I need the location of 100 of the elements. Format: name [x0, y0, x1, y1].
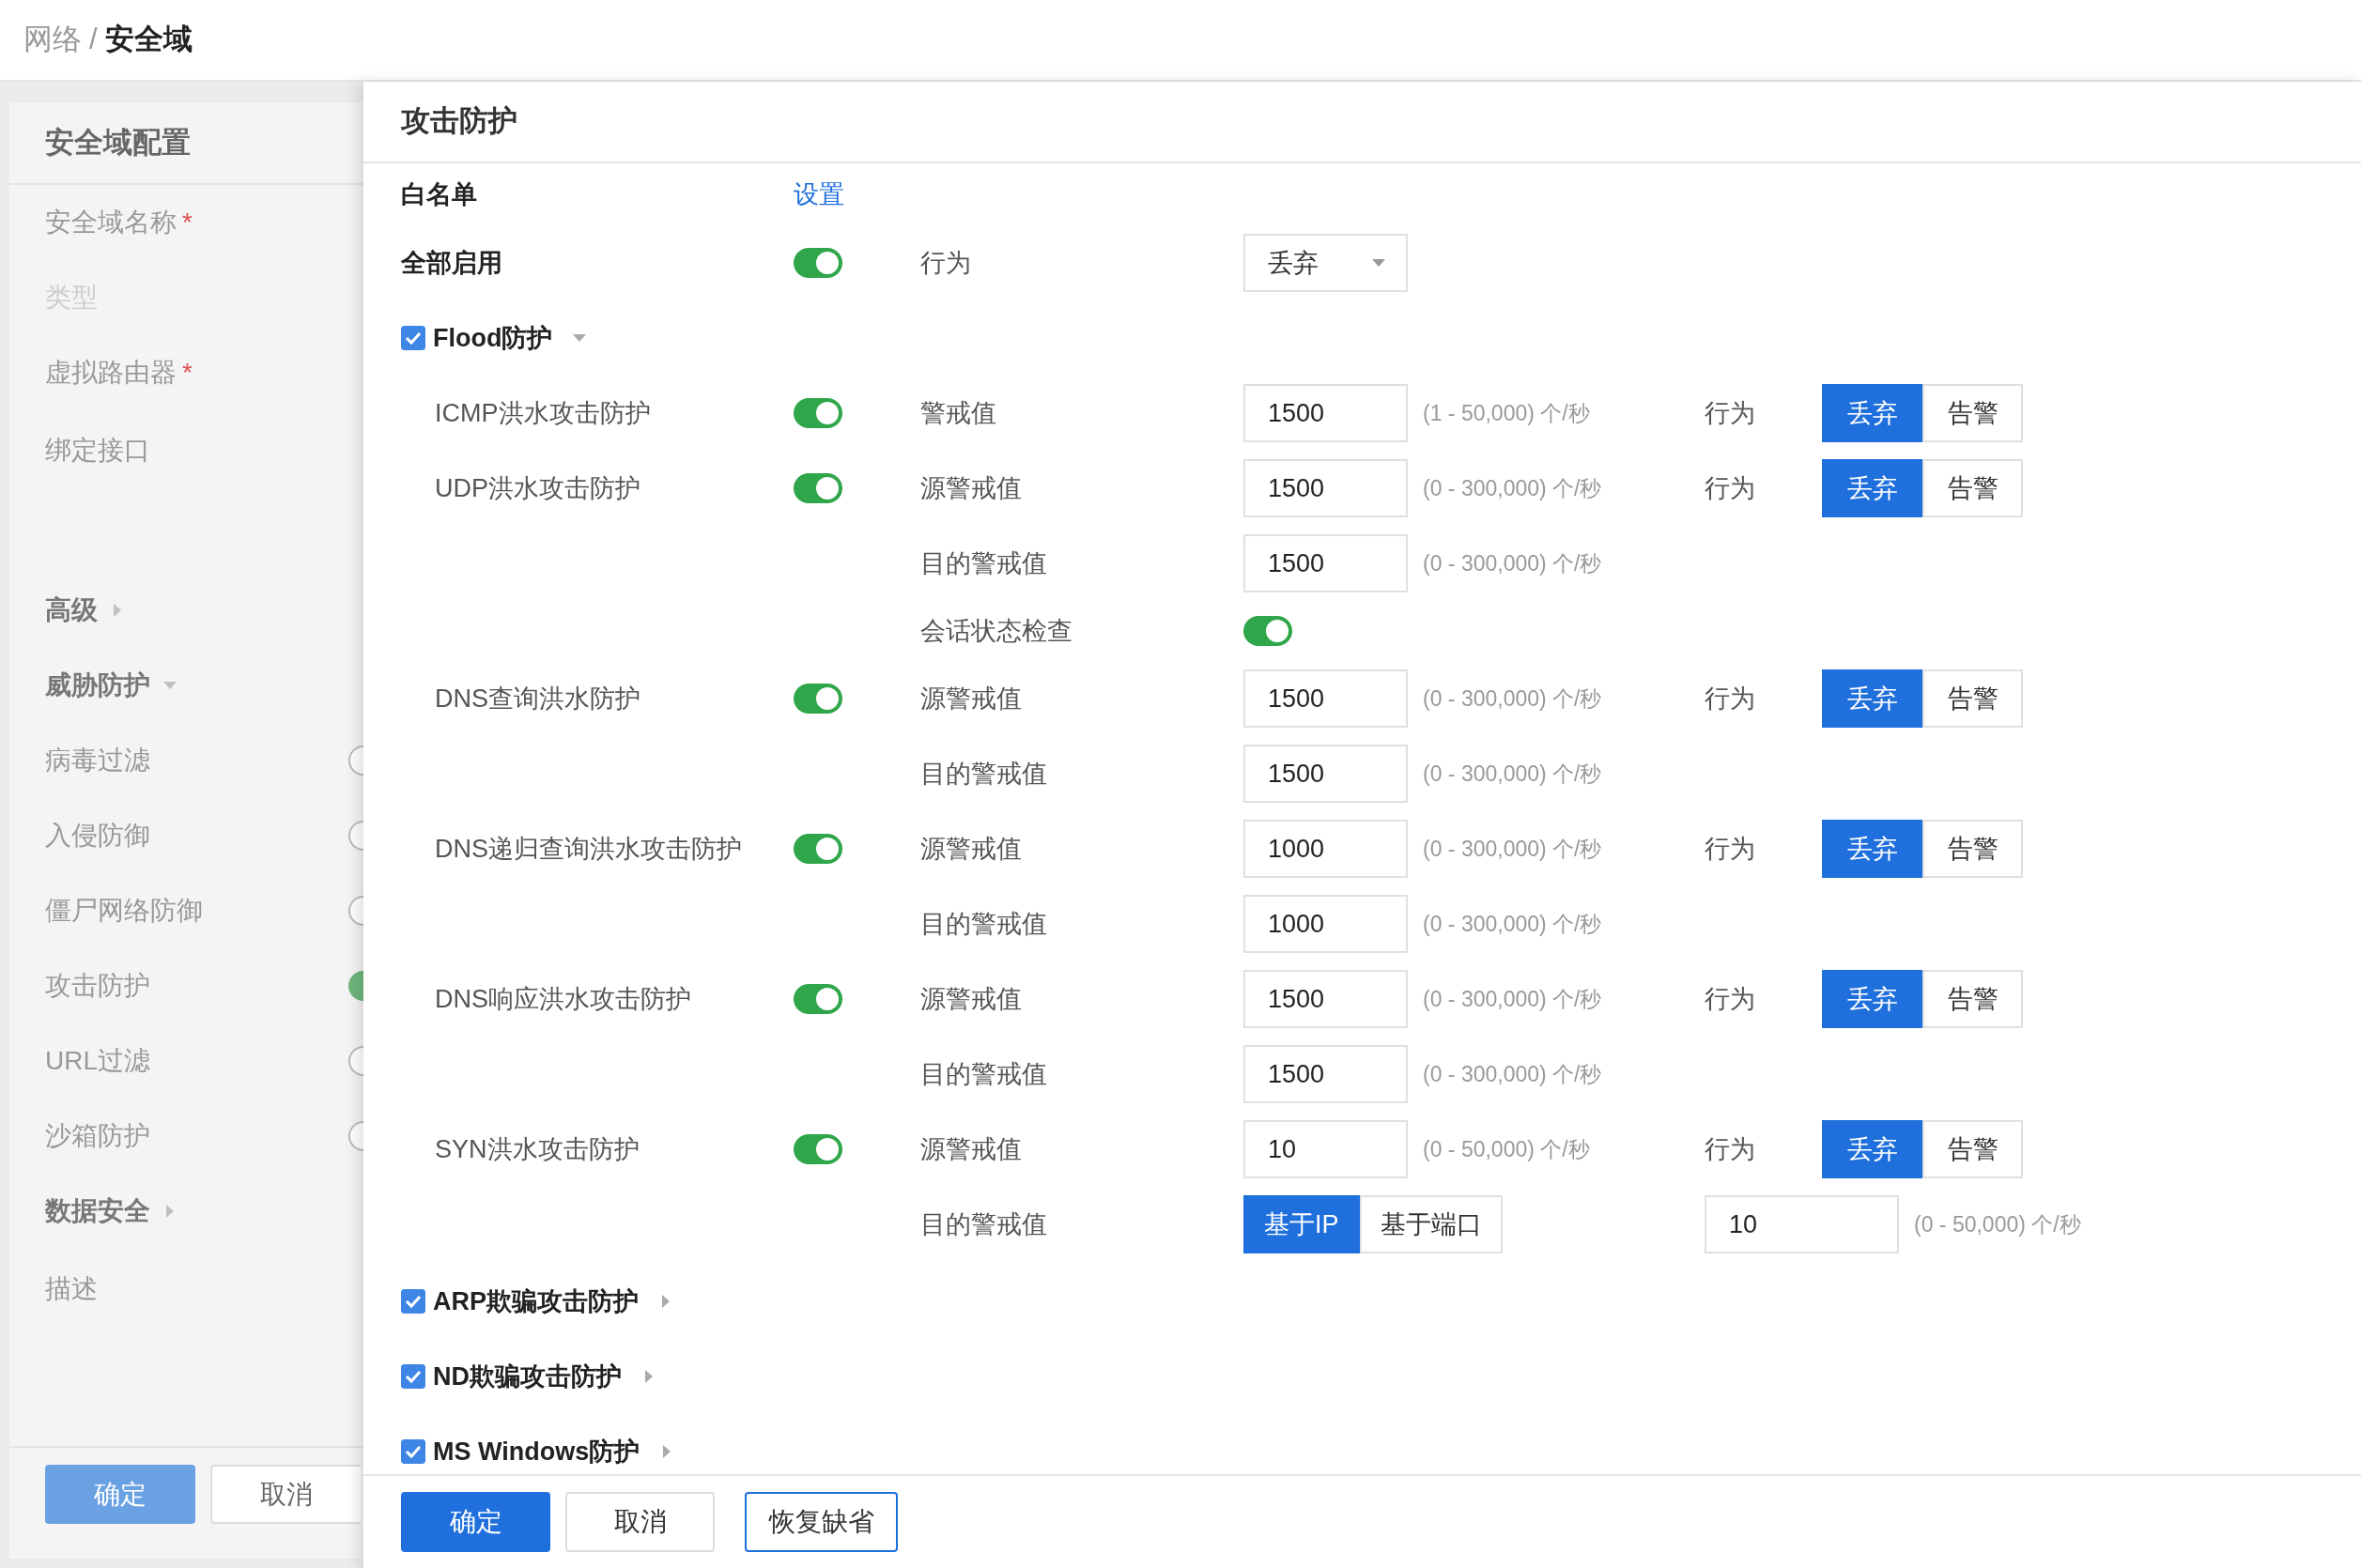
- group-title: ARP欺骗攻击防护: [433, 1285, 639, 1317]
- field-label: 目的警戒值: [920, 547, 1048, 579]
- toggle-switch[interactable]: [348, 971, 363, 1001]
- field-label: 警戒值: [920, 397, 997, 429]
- toggle-label: 入侵防御: [45, 820, 150, 852]
- input-field[interactable]: 1000: [1243, 820, 1408, 878]
- row-label: 白名单: [401, 178, 478, 210]
- field-label: 源警戒值: [920, 833, 1023, 865]
- drawer-title: 攻击防护: [401, 103, 517, 140]
- protection-name: DNS查询洪水防护: [434, 683, 641, 715]
- field-label: 行为: [1705, 472, 1756, 504]
- range-hint: (0 - 300,000) 个/秒: [1423, 684, 1603, 713]
- action-option[interactable]: 丢弃: [1822, 820, 1922, 878]
- field-label: 目的警戒值: [920, 908, 1048, 940]
- toggle-label: URL过滤: [45, 1045, 150, 1077]
- range-hint: (0 - 300,000) 个/秒: [1423, 760, 1603, 788]
- input-field[interactable]: 1500: [1243, 1045, 1408, 1103]
- protection-name: ICMP洪水攻击防护: [434, 397, 652, 429]
- toggle-switch[interactable]: [794, 248, 842, 278]
- field-label: 源警戒值: [920, 1133, 1023, 1165]
- restore-defaults-button[interactable]: 恢复缺省: [745, 1492, 898, 1552]
- toggle-switch[interactable]: [348, 821, 363, 851]
- toggle-label: 沙箱防护: [45, 1120, 150, 1152]
- toggle-label: 僵尸网络防御: [45, 895, 203, 927]
- checkbox[interactable]: [401, 1289, 425, 1314]
- field-label: 行为: [1705, 1133, 1756, 1165]
- protection-name: DNS递归查询洪水攻击防护: [434, 833, 743, 865]
- mode-tab[interactable]: 基于IP: [1243, 1195, 1360, 1253]
- action-option[interactable]: 告警: [1922, 970, 2023, 1028]
- range-hint: (0 - 50,000) 个/秒: [1914, 1210, 2081, 1238]
- range-hint: (1 - 50,000) 个/秒: [1423, 399, 1591, 427]
- range-hint: (0 - 300,000) 个/秒: [1423, 910, 1603, 938]
- field-label: 目的警戒值: [920, 1058, 1048, 1090]
- action-option[interactable]: 告警: [1922, 459, 2023, 517]
- toggle-label: 病毒过滤: [45, 745, 150, 776]
- group-title: ND欺骗攻击防护: [433, 1360, 622, 1392]
- settings-link[interactable]: 设置: [794, 179, 844, 208]
- protection-name: DNS响应洪水攻击防护: [434, 983, 692, 1015]
- toggle-switch[interactable]: [348, 1121, 363, 1151]
- input-field[interactable]: 1500: [1243, 384, 1408, 442]
- mode-tab[interactable]: 基于端口: [1359, 1195, 1503, 1253]
- toggle-switch[interactable]: [794, 1134, 842, 1164]
- checkbox[interactable]: [401, 1439, 425, 1464]
- input-field[interactable]: 10: [1705, 1195, 1899, 1253]
- toggle-switch[interactable]: [348, 746, 363, 776]
- toggle-switch[interactable]: [794, 684, 842, 714]
- toggle-switch[interactable]: [348, 1046, 363, 1076]
- group-title: MS Windows防护: [433, 1436, 640, 1468]
- action-option[interactable]: 告警: [1922, 384, 2023, 442]
- action-option[interactable]: 丢弃: [1822, 1120, 1922, 1178]
- confirm-button[interactable]: 确定: [401, 1492, 550, 1552]
- field-label: 源警戒值: [920, 983, 1023, 1015]
- input-field[interactable]: 10: [1243, 1120, 1408, 1178]
- checkbox[interactable]: [401, 326, 425, 350]
- action-option[interactable]: 告警: [1922, 820, 2023, 878]
- field-label: 虚拟路由器: [45, 357, 177, 389]
- section-title: 高级: [45, 594, 98, 626]
- input-field[interactable]: 1500: [1243, 534, 1408, 592]
- toggle-switch[interactable]: [794, 984, 842, 1014]
- field-label: 源警戒值: [920, 683, 1023, 715]
- input-field[interactable]: 1500: [1243, 745, 1408, 803]
- row-label: 全部启用: [401, 247, 503, 279]
- toggle-switch[interactable]: [794, 834, 842, 864]
- toggle-switch[interactable]: [794, 473, 842, 503]
- field-label: 会话状态检查: [920, 615, 1073, 647]
- required-mark: *: [182, 357, 193, 389]
- action-option[interactable]: 丢弃: [1822, 970, 1922, 1028]
- input-field[interactable]: 1500: [1243, 669, 1408, 728]
- action-option[interactable]: 丢弃: [1822, 669, 1922, 728]
- field-label: 行为: [1705, 833, 1756, 865]
- input-field[interactable]: 1500: [1243, 459, 1408, 517]
- cancel-button[interactable]: 取消: [565, 1492, 715, 1552]
- action-option[interactable]: 告警: [1922, 669, 2023, 728]
- range-hint: (0 - 300,000) 个/秒: [1423, 1060, 1603, 1088]
- breadcrumb-item: 安全域: [104, 22, 193, 58]
- protection-name: UDP洪水攻击防护: [434, 472, 641, 504]
- range-hint: (0 - 300,000) 个/秒: [1423, 835, 1603, 863]
- action-option[interactable]: 丢弃: [1822, 384, 1922, 442]
- required-mark: *: [182, 207, 193, 238]
- checkbox[interactable]: [401, 1364, 425, 1389]
- field-label: 行为: [1705, 983, 1756, 1015]
- toggle-switch[interactable]: [794, 398, 842, 428]
- range-hint: (0 - 300,000) 个/秒: [1423, 985, 1603, 1013]
- range-hint: (0 - 300,000) 个/秒: [1423, 474, 1603, 502]
- range-hint: (0 - 300,000) 个/秒: [1423, 549, 1603, 577]
- toggle-label: 攻击防护: [45, 970, 150, 1002]
- action-select[interactable]: 丢弃: [1243, 234, 1408, 292]
- section-title: 威胁防护: [45, 669, 150, 701]
- action-option[interactable]: 告警: [1922, 1120, 2023, 1178]
- field-label: 行为: [920, 247, 972, 279]
- input-field[interactable]: 1500: [1243, 970, 1408, 1028]
- field-label: 安全域名称: [45, 207, 177, 238]
- toggle-switch[interactable]: [348, 896, 363, 926]
- cancel-button[interactable]: 取消: [210, 1465, 361, 1524]
- breadcrumb-separator: /: [89, 22, 98, 58]
- group-title: Flood防护: [433, 322, 553, 354]
- toggle-switch[interactable]: [1243, 616, 1292, 646]
- input-field[interactable]: 1000: [1243, 895, 1408, 953]
- action-option[interactable]: 丢弃: [1822, 459, 1922, 517]
- field-label: 目的警戒值: [920, 758, 1048, 790]
